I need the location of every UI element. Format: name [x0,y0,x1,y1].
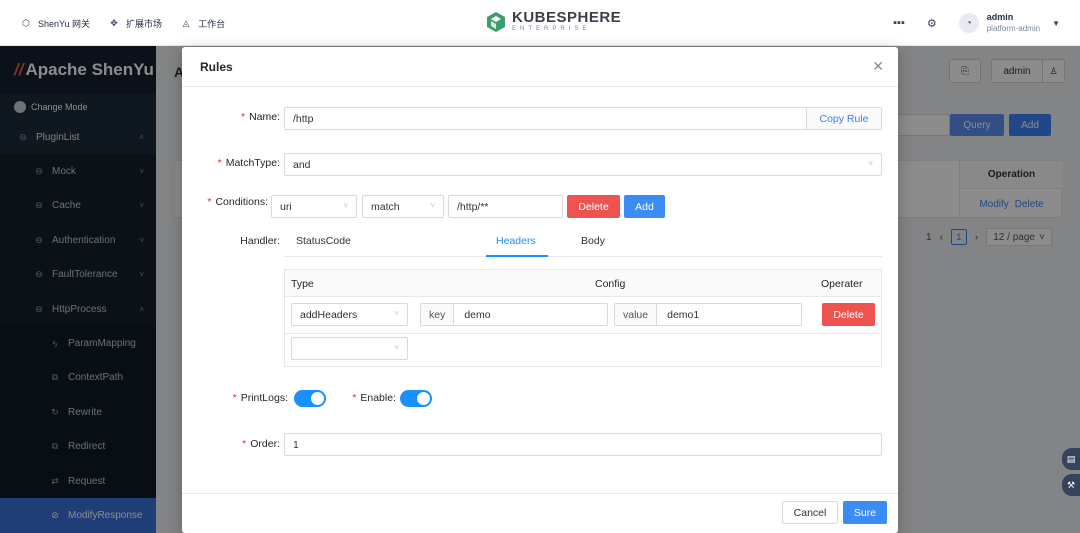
condition-operator-select[interactable]: match ˅ [362,195,444,218]
top-nav: ⬡ ShenYu 网关 ✥ 扩展市场 ◬ 工作台 [20,0,225,46]
rules-dialog: Rules ✕ * Name: /http Copy Rule * MatchTyp… [182,47,898,533]
order-label-text: Order [250,438,278,450]
order-value: 1 [293,438,299,451]
kubesphere-logo[interactable]: KUBESPHERE ENTERPRISE [486,10,621,33]
conditions-label-text: Conditions [215,196,266,208]
floating-tools: ▤ ⚒ [1062,448,1080,496]
key-value: demo [464,308,491,321]
order-label: * Order: [242,438,280,450]
nav-item-extensions[interactable]: ✥ 扩展市场 [108,17,162,30]
header-type-select[interactable]: addHeaders ˅ [291,303,408,326]
header-delete-button[interactable]: Delete [822,303,875,326]
copy-rule-button[interactable]: Copy Rule [806,108,881,129]
nav-label: 扩展市场 [126,18,163,29]
toolbox-icon[interactable]: ▤ [1062,448,1080,470]
chevron-down-icon: ▼ [1052,18,1060,28]
required-mark: * [240,111,246,123]
user-name: admin [986,12,1014,22]
matchtype-label: * MatchType: [217,157,280,169]
sure-button[interactable]: Sure [843,501,887,524]
condition-value-input[interactable]: /http/** [448,195,563,218]
matchtype-label-text: MatchType [225,157,278,169]
required-mark: * [242,438,247,450]
name-input[interactable]: /http Copy Rule [284,107,882,130]
logo-name: KUBESPHERE [512,9,622,26]
condition-delete-button[interactable]: Delete [567,195,620,218]
dialog-header: Rules ✕ [182,47,898,87]
gear-icon[interactable]: ⚙ [927,17,937,30]
headers-table: Type Config Operater addHeaders ˅ key de… [284,269,882,367]
matchtype-value: and [293,158,311,171]
top-right-tools: ▪▪▪ ⚙ ◔ admin platform-admin ▼ [893,0,1060,46]
nav-label: ShenYu 网关 [38,18,91,29]
printlogs-switch[interactable] [294,390,326,407]
table-row: addHeaders ˅ key demo value demo1 Delete [285,297,881,334]
condition-value: /http/** [457,200,489,213]
close-icon[interactable]: ✕ [872,58,884,75]
enable-label-text: Enable [360,392,394,404]
top-bar: ⬡ ShenYu 网关 ✥ 扩展市场 ◬ 工作台 KUBESPHERE ENTE… [0,0,1080,46]
condition-param-type-select[interactable]: uri ˅ [271,195,357,218]
dialog-footer: Cancel Sure [182,493,898,533]
enable-label: * Enable: [352,392,396,404]
chevron-down-icon: ˅ [343,201,348,210]
column-operater: Operater [821,278,863,290]
dialog-title: Rules [200,60,233,74]
tab-statuscode[interactable]: StatusCode [296,235,351,247]
column-type: Type [291,278,314,290]
required-mark: * [207,196,212,208]
required-mark: * [217,157,222,169]
name-label-text: Name [249,111,278,123]
handler-label: Handler: [240,235,280,247]
switch-knob [311,392,324,405]
nav-label: 工作台 [198,18,226,29]
order-input[interactable]: 1 [284,433,882,456]
condition-add-button[interactable]: Add [624,195,665,218]
printlogs-label: * PrintLogs: [232,392,288,404]
operator-value: match [371,200,400,213]
logo-sub: ENTERPRISE [512,26,591,32]
name-label: * Name: [240,111,280,123]
user-menu[interactable]: ◔ admin platform-admin ▼ [958,12,1060,34]
kubesphere-logo-icon [487,11,505,32]
nav-item-gateway[interactable]: ⬡ ShenYu 网关 [20,17,90,30]
more-apps-icon[interactable]: ▪▪▪ [893,17,905,29]
nav-item-workbench[interactable]: ◬ 工作台 [180,17,225,30]
handler-tabs: StatusCode Headers Body [284,229,882,257]
header-type-value: addHeaders [300,308,358,321]
printlogs-label-text: PrintLogs [240,392,286,404]
new-header-type-select[interactable]: ˅ [291,337,408,360]
user-role: platform-admin [986,24,1041,33]
name-value: /http [293,112,314,125]
header-value-input[interactable]: value demo1 [614,303,802,326]
chevron-down-icon: ˅ [394,309,399,318]
hammer-icon[interactable]: ⚒ [1062,474,1080,496]
required-mark: * [232,392,237,404]
column-config: Config [595,278,626,290]
required-mark: * [352,392,357,404]
chevron-down-icon: ˅ [430,201,435,210]
enable-switch[interactable] [400,390,432,407]
handler-label-text: Handler [240,235,278,247]
tab-headers[interactable]: Headers [496,235,536,247]
chevron-down-icon: ˅ [868,159,873,168]
tab-body[interactable]: Body [581,235,605,247]
avatar: ◔ [958,13,979,33]
extension-icon: ✥ [110,17,118,28]
value-value: demo1 [667,308,700,321]
chevron-down-icon: ˅ [394,343,399,352]
active-tab-indicator [486,255,548,257]
gateway-icon: ⬡ [22,17,30,28]
header-key-input[interactable]: key demo [420,303,608,326]
conditions-label: * Conditions: [207,196,268,208]
workbench-icon: ◬ [182,17,190,28]
switch-knob [417,392,430,405]
matchtype-select[interactable]: and ˅ [284,153,882,176]
param-type-value: uri [280,200,292,213]
key-addon: key [421,304,455,325]
value-addon: value [615,304,658,325]
table-header: Type Config Operater [285,270,881,297]
cancel-button[interactable]: Cancel [782,501,838,524]
